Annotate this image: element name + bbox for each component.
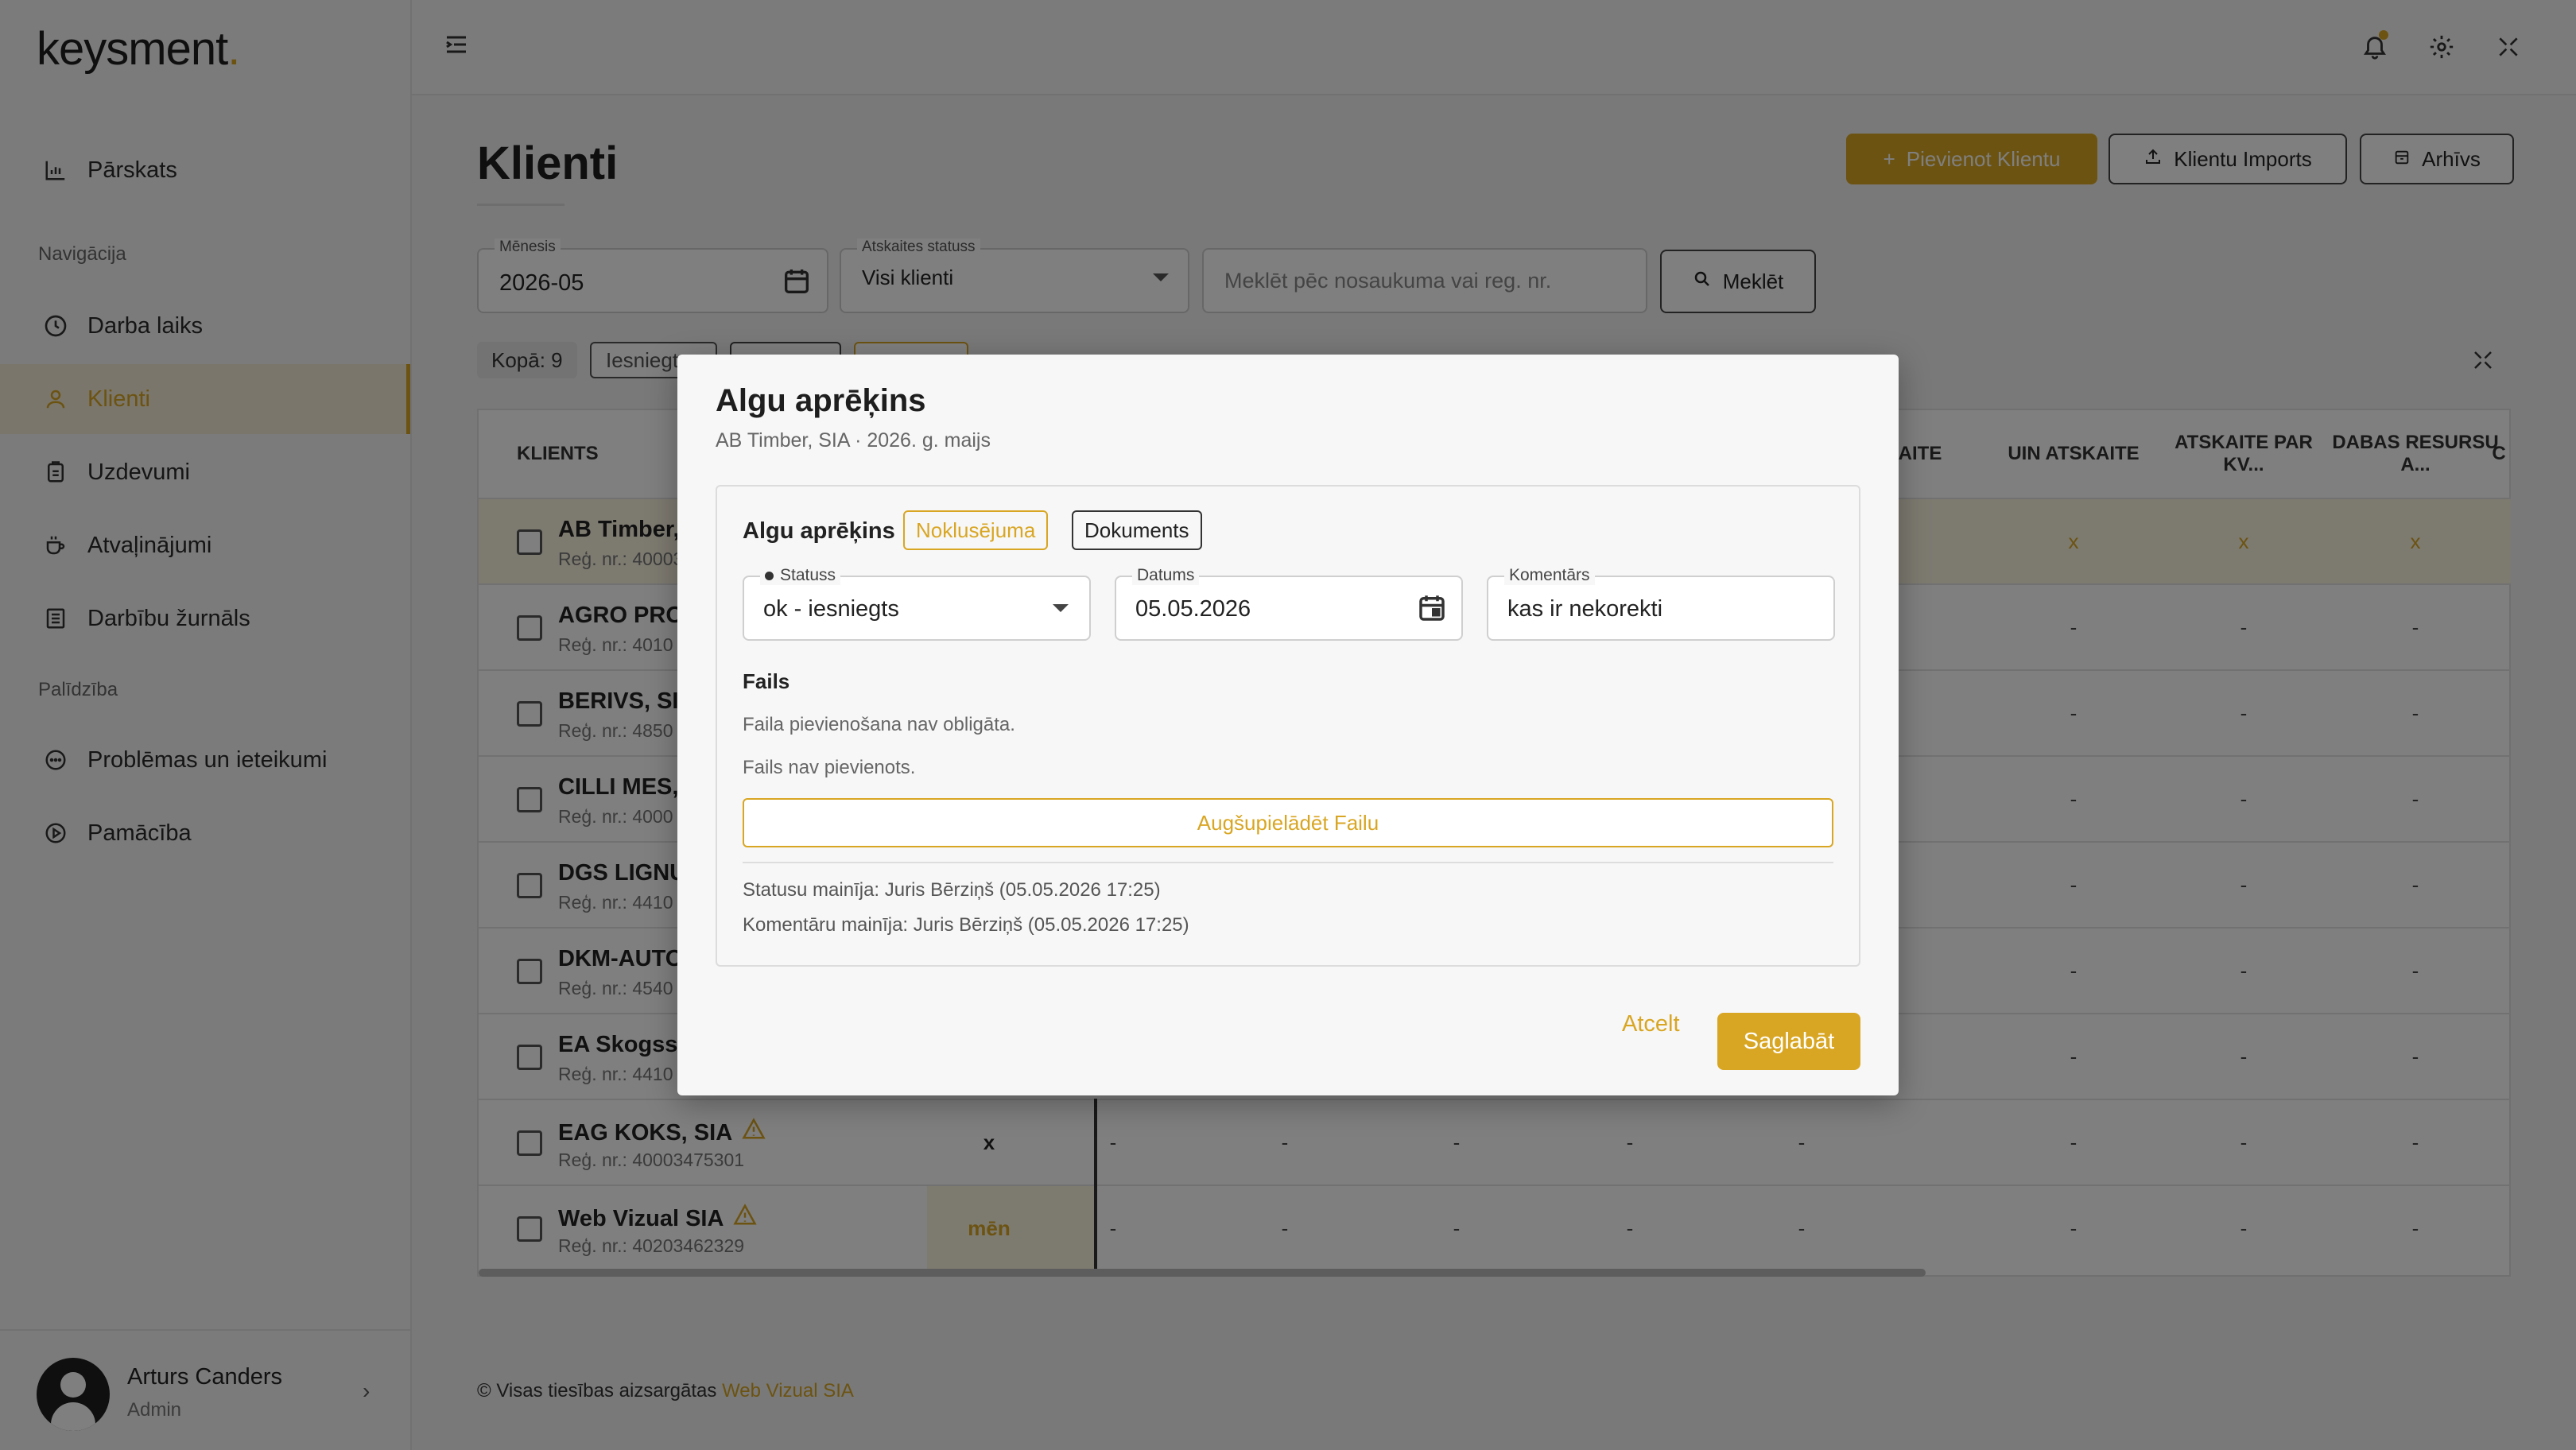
files-none-note: Fails nav pievienots. xyxy=(743,757,916,778)
comment-label: Komentārs xyxy=(1504,566,1595,585)
save-button[interactable]: Saglabāt xyxy=(1717,1013,1860,1070)
card-title: Algu aprēķins xyxy=(743,518,895,544)
payroll-card: Algu aprēķins Noklusējuma Dokuments Stat… xyxy=(716,485,1860,967)
divider xyxy=(743,862,1833,863)
status-label-text: Statuss xyxy=(780,566,836,584)
modal-subtitle: AB Timber, SIA · 2026. g. maijs xyxy=(716,429,991,452)
app-root: keysment. Pārskats Navigācija Darba laik… xyxy=(0,0,2576,1450)
upload-file-button[interactable]: Augšupielādēt Failu xyxy=(743,798,1833,847)
files-title: Fails xyxy=(743,669,790,693)
date-field[interactable]: Datums 05.05.2026 xyxy=(1115,566,1463,641)
date-label: Datums xyxy=(1132,566,1200,585)
calendar-icon[interactable] xyxy=(1415,591,1449,629)
tag-documents[interactable]: Dokuments xyxy=(1072,510,1202,550)
date-value: 05.05.2026 xyxy=(1135,596,1251,622)
required-dot xyxy=(765,571,774,580)
tag-default[interactable]: Noklusējuma xyxy=(903,510,1049,550)
status-label: Statuss xyxy=(760,566,841,585)
cancel-button[interactable]: Atcelt xyxy=(1622,1011,1680,1037)
comment-value: kas ir nekorekti xyxy=(1507,596,1663,622)
modal-title: Algu aprēķins xyxy=(716,383,926,418)
comment-field[interactable]: Komentārs kas ir nekorekti xyxy=(1487,566,1835,641)
status-changed-log: Statusu mainīja: Juris Bērziņš (05.05.20… xyxy=(743,879,1161,901)
status-value: ok - iesniegts xyxy=(763,596,899,622)
comment-changed-log: Komentāru mainīja: Juris Bērziņš (05.05.… xyxy=(743,914,1189,936)
chevron-down-icon xyxy=(1053,604,1069,612)
files-optional-note: Faila pievienošana nav obligāta. xyxy=(743,714,1015,735)
payroll-modal: Algu aprēķins AB Timber, SIA · 2026. g. … xyxy=(677,355,1899,1095)
status-select[interactable]: Statuss ok - iesniegts xyxy=(743,566,1091,641)
